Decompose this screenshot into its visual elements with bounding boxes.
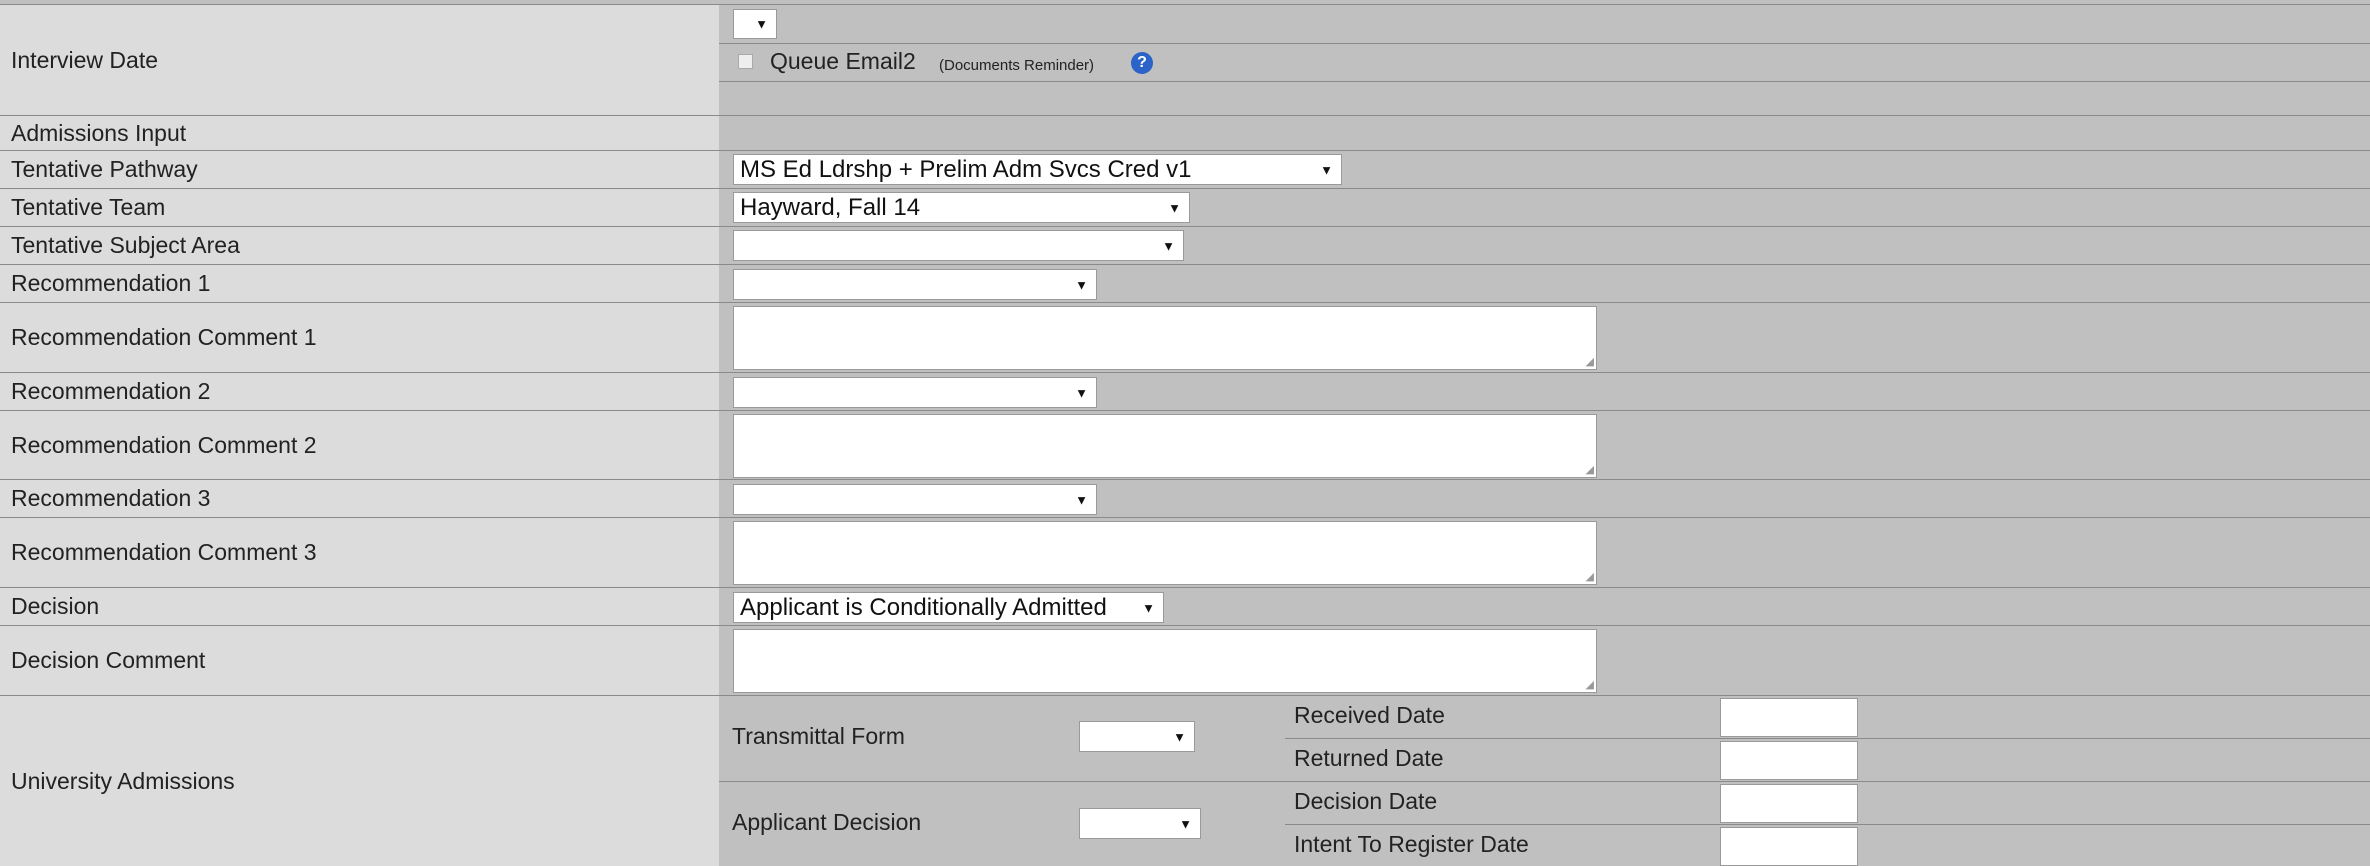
recommendation-comment-1-textarea[interactable]: ◢ <box>733 306 1597 370</box>
tentative-team-row: Tentative Team Hayward, Fall 14 ▼ <box>0 188 2370 226</box>
received-date-label: Received Date <box>1294 702 1445 728</box>
transmittal-form-select[interactable]: ▼ <box>1079 721 1195 752</box>
chevron-down-icon: ▼ <box>1162 238 1175 253</box>
decision-value: Applicant is Conditionally Admitted <box>740 593 1107 621</box>
recommendation-comment-3-cell: ◢ <box>719 518 2370 587</box>
admissions-input-cell <box>719 116 2370 150</box>
interview-date-row: Interview Date ▼ Queue Email2 (Documents… <box>0 4 2370 115</box>
recommendation-comment-2-row: Recommendation Comment 2 ◢ <box>0 410 2370 479</box>
admissions-input-row: Admissions Input <box>0 115 2370 150</box>
interview-date-select[interactable]: ▼ <box>733 9 777 39</box>
interview-date-label: Interview Date <box>0 5 719 115</box>
recommendation-comment-2-textarea[interactable]: ◢ <box>733 414 1597 478</box>
chevron-down-icon: ▼ <box>1173 729 1186 744</box>
resize-grip-icon[interactable]: ◢ <box>1586 355 1594 368</box>
decision-date-label: Decision Date <box>1294 788 1438 814</box>
university-admissions-cell: Transmittal Form ▼ Applicant Decision ▼ … <box>719 696 2370 866</box>
divider <box>719 81 2370 82</box>
chevron-down-icon: ▼ <box>1075 492 1088 507</box>
queue-email-checkbox[interactable] <box>738 54 753 69</box>
recommendation-3-select[interactable]: ▼ <box>733 484 1097 515</box>
recommendation-comment-1-label: Recommendation Comment 1 <box>0 303 719 372</box>
decision-comment-textarea[interactable]: ◢ <box>733 629 1597 693</box>
divider <box>1285 824 2370 825</box>
recommendation-2-label: Recommendation 2 <box>0 373 719 410</box>
tentative-team-label: Tentative Team <box>0 189 719 226</box>
recommendation-2-select[interactable]: ▼ <box>733 377 1097 408</box>
decision-row: Decision Applicant is Conditionally Admi… <box>0 587 2370 625</box>
recommendation-1-label: Recommendation 1 <box>0 265 719 302</box>
tentative-team-value: Hayward, Fall 14 <box>740 193 921 221</box>
applicant-decision-select[interactable]: ▼ <box>1079 808 1201 839</box>
tentative-team-cell: Hayward, Fall 14 ▼ <box>719 189 2370 226</box>
intent-to-register-date-label: Intent To Register Date <box>1294 831 1529 857</box>
decision-cell: Applicant is Conditionally Admitted ▼ <box>719 588 2370 625</box>
queue-email-label: Queue Email2 <box>770 48 916 74</box>
resize-grip-icon[interactable]: ◢ <box>1586 678 1594 691</box>
chevron-down-icon: ▼ <box>1075 385 1088 400</box>
tentative-pathway-value: MS Ed Ldrshp + Prelim Adm Svcs Cred v1 <box>740 155 1192 183</box>
admissions-input-heading: Admissions Input <box>0 116 719 150</box>
recommendation-comment-3-textarea[interactable]: ◢ <box>733 521 1597 585</box>
transmittal-form-label: Transmittal Form <box>732 723 905 749</box>
tentative-pathway-row: Tentative Pathway MS Ed Ldrshp + Prelim … <box>0 150 2370 188</box>
decision-comment-cell: ◢ <box>719 626 2370 695</box>
university-admissions-label: University Admissions <box>0 696 719 866</box>
tentative-subject-label: Tentative Subject Area <box>0 227 719 264</box>
decision-label: Decision <box>0 588 719 625</box>
tentative-subject-row: Tentative Subject Area ▼ <box>0 226 2370 264</box>
tentative-subject-select[interactable]: ▼ <box>733 230 1184 261</box>
recommendation-comment-3-row: Recommendation Comment 3 ◢ <box>0 517 2370 587</box>
recommendation-2-cell: ▼ <box>719 373 2370 410</box>
tentative-team-select[interactable]: Hayward, Fall 14 ▼ <box>733 192 1190 223</box>
decision-comment-row: Decision Comment ◢ <box>0 625 2370 695</box>
chevron-down-icon: ▼ <box>1168 200 1181 215</box>
decision-select[interactable]: Applicant is Conditionally Admitted ▼ <box>733 592 1164 623</box>
chevron-down-icon: ▼ <box>1075 277 1088 292</box>
resize-grip-icon[interactable]: ◢ <box>1586 463 1594 476</box>
chevron-down-icon: ▼ <box>1320 162 1333 177</box>
tentative-pathway-label: Tentative Pathway <box>0 151 719 188</box>
divider <box>719 43 2370 44</box>
queue-email-note: (Documents Reminder) <box>939 57 1095 74</box>
tentative-subject-cell: ▼ <box>719 227 2370 264</box>
returned-date-input[interactable] <box>1720 741 1858 780</box>
recommendation-comment-2-label: Recommendation Comment 2 <box>0 411 719 479</box>
recommendation-2-row: Recommendation 2 ▼ <box>0 372 2370 410</box>
divider <box>1285 738 2370 739</box>
divider <box>719 781 2370 782</box>
resize-grip-icon[interactable]: ◢ <box>1586 570 1594 583</box>
recommendation-comment-2-cell: ◢ <box>719 411 2370 479</box>
recommendation-comment-3-label: Recommendation Comment 3 <box>0 518 719 587</box>
recommendation-1-select[interactable]: ▼ <box>733 269 1097 300</box>
recommendation-3-row: Recommendation 3 ▼ <box>0 479 2370 517</box>
chevron-down-icon: ▼ <box>1179 816 1192 831</box>
decision-date-input[interactable] <box>1720 784 1858 823</box>
applicant-decision-label: Applicant Decision <box>732 809 922 835</box>
intent-to-register-date-input[interactable] <box>1720 827 1858 866</box>
recommendation-comment-1-row: Recommendation Comment 1 ◢ <box>0 302 2370 372</box>
recommendation-3-label: Recommendation 3 <box>0 480 719 517</box>
recommendation-1-cell: ▼ <box>719 265 2370 302</box>
returned-date-label: Returned Date <box>1294 745 1444 771</box>
university-admissions-row: University Admissions Transmittal Form ▼… <box>0 695 2370 866</box>
recommendation-comment-1-cell: ◢ <box>719 303 2370 372</box>
chevron-down-icon: ▼ <box>755 16 768 32</box>
decision-comment-label: Decision Comment <box>0 626 719 695</box>
tentative-pathway-cell: MS Ed Ldrshp + Prelim Adm Svcs Cred v1 ▼ <box>719 151 2370 188</box>
help-icon[interactable]: ? <box>1131 52 1153 74</box>
recommendation-3-cell: ▼ <box>719 480 2370 517</box>
interview-date-cell: ▼ Queue Email2 (Documents Reminder) ? <box>719 5 2370 115</box>
tentative-pathway-select[interactable]: MS Ed Ldrshp + Prelim Adm Svcs Cred v1 ▼ <box>733 154 1342 185</box>
received-date-input[interactable] <box>1720 698 1858 737</box>
recommendation-1-row: Recommendation 1 ▼ <box>0 264 2370 302</box>
chevron-down-icon: ▼ <box>1142 600 1155 615</box>
